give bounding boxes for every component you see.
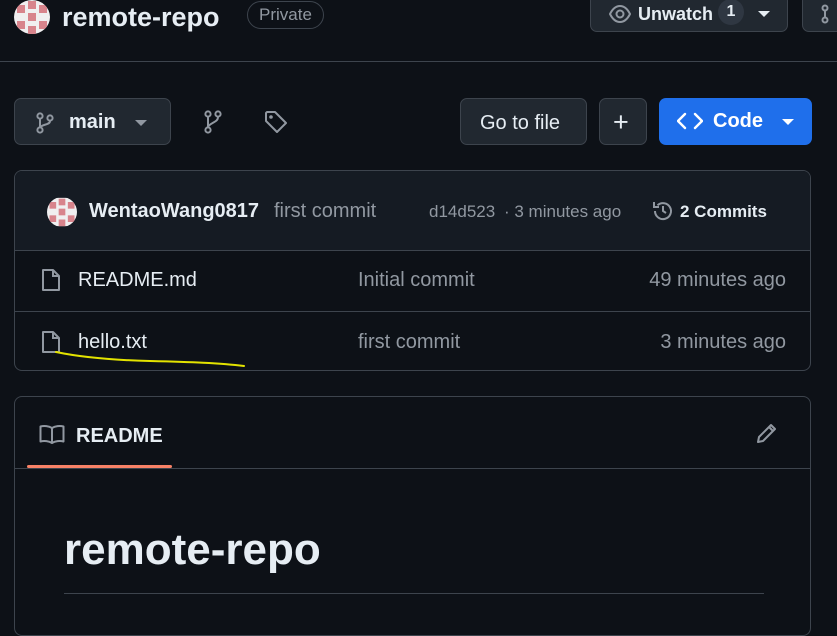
pencil-icon[interactable] — [755, 421, 779, 445]
branches-icon[interactable] — [203, 110, 223, 134]
code-icon — [677, 112, 703, 130]
book-icon — [39, 424, 65, 444]
chevron-down-icon — [134, 119, 148, 127]
repo-name-link[interactable]: remote-repo — [62, 0, 220, 34]
highlight-scribble — [55, 351, 245, 367]
watch-count: 1 — [718, 0, 744, 25]
branch-name: main — [69, 111, 116, 133]
author-avatar[interactable] — [47, 197, 77, 227]
repo-owner-avatar[interactable] — [14, 0, 50, 34]
history-icon — [651, 199, 675, 223]
file-row-readme[interactable]: README.md Initial commit 49 minutes ago — [15, 250, 810, 311]
add-file-button[interactable]: + — [599, 98, 647, 145]
readme-panel: README remote-repo — [14, 396, 811, 636]
branch-selector[interactable]: main — [14, 98, 171, 145]
visibility-badge: Private — [247, 1, 324, 29]
file-commit-age: 3 minutes ago — [660, 331, 786, 353]
file-commit-message-link[interactable]: first commit — [358, 331, 460, 354]
commit-message-link[interactable]: first commit — [274, 200, 376, 223]
file-icon — [41, 268, 61, 292]
commit-author-link[interactable]: WentaoWang0817 — [89, 200, 259, 223]
code-button[interactable]: Code — [659, 98, 812, 145]
go-to-file-button[interactable]: Go to file — [460, 98, 587, 145]
tag-icon[interactable] — [264, 110, 288, 134]
readme-tab-label: README — [76, 425, 163, 447]
code-label: Code — [713, 110, 763, 132]
file-table: WentaoWang0817 first commit d14d523 · 3 … — [14, 170, 811, 371]
go-to-file-label: Go to file — [480, 112, 561, 134]
file-name-link[interactable]: README.md — [78, 269, 197, 292]
unwatch-button[interactable]: Unwatch 1 — [590, 0, 788, 32]
fork-icon — [821, 4, 837, 24]
readme-header-divider — [15, 468, 810, 469]
commits-count-link[interactable]: 2 Commits — [680, 202, 767, 222]
readme-heading: remote-repo — [64, 525, 321, 574]
fork-button[interactable] — [802, 0, 837, 32]
commit-age: · 3 minutes ago — [504, 202, 622, 221]
file-commit-age: 49 minutes ago — [649, 269, 786, 291]
tab-readme[interactable]: README — [27, 397, 172, 469]
git-branch-icon — [35, 112, 55, 134]
heading-rule — [64, 593, 764, 594]
chevron-down-icon — [757, 10, 771, 18]
commit-hash-link[interactable]: d14d523 — [429, 202, 495, 222]
chevron-down-icon — [781, 118, 795, 126]
unwatch-label: Unwatch — [638, 4, 714, 24]
latest-commit-bar: WentaoWang0817 first commit d14d523 · 3 … — [15, 171, 810, 251]
plus-icon: + — [613, 107, 629, 137]
file-commit-message-link[interactable]: Initial commit — [358, 269, 475, 292]
eye-icon — [609, 4, 631, 24]
header-divider — [0, 61, 837, 62]
